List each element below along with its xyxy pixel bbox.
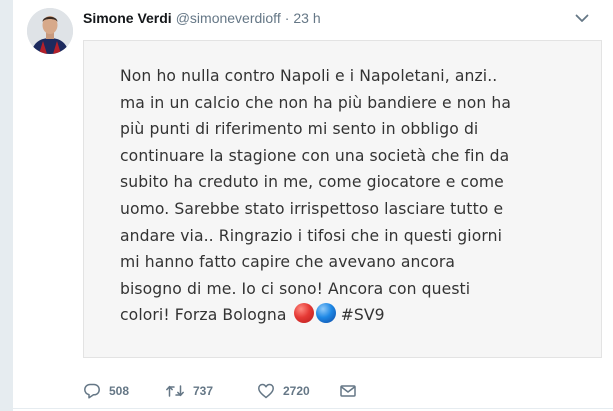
retweet-count: 737 [193, 384, 214, 398]
statement-image[interactable]: Non ho nulla contro Napoli e i Napoletan… [83, 40, 602, 358]
tweet-actions: 508 737 2720 [83, 380, 383, 402]
statement-line: più punti di riferimento mi sento in obb… [120, 120, 479, 139]
statement-line-last: colori! Forza Bologna #SV9 [120, 303, 385, 325]
like-count: 2720 [283, 384, 310, 398]
statement-hashtag: #SV9 [340, 306, 385, 325]
retweet-icon [166, 385, 184, 397]
statement-line-text: colori! Forza Bologna [120, 306, 287, 325]
author-name[interactable]: Simone Verdi [83, 10, 172, 26]
envelope-icon [340, 385, 356, 397]
statement-line: uomo. Sarebbe stato irrispettoso lasciar… [120, 199, 504, 218]
statement-line: andare via.. Ringrazio i tifosi che in q… [120, 226, 503, 245]
blue-circle-emoji-icon [315, 303, 336, 324]
chevron-down-icon [575, 14, 589, 22]
direct-message-button[interactable] [339, 380, 357, 402]
reply-icon [84, 383, 100, 399]
author-handle[interactable]: @simoneverdioff [176, 10, 281, 26]
tweet-options-button[interactable] [573, 9, 591, 27]
statement-line: Non ho nulla contro Napoli e i Napoletan… [120, 67, 498, 85]
reply-button[interactable]: 508 [83, 380, 129, 402]
red-circle-emoji-icon [293, 303, 314, 324]
divider [13, 408, 613, 409]
statement-line: bisogno di me. Io ci sono! Ancora con qu… [120, 279, 471, 298]
tweet-header: Simone Verdi @simoneverdioff · 23 h [83, 9, 321, 27]
statement-line: subito ha creduto in me, come giocatore … [120, 173, 504, 192]
tweet-card[interactable]: Simone Verdi @simoneverdioff · 23 h Non ho … [12, 0, 613, 411]
heart-icon [258, 383, 274, 399]
statement-line: ma in un calcio che non ha più bandiere … [120, 93, 512, 112]
like-button[interactable]: 2720 [257, 380, 310, 402]
tweet-timestamp[interactable]: 23 h [293, 10, 320, 26]
statement-line: mi hanno fatto capire che avevano ancora [120, 253, 456, 272]
statement-line: continuare la stagione con una società c… [120, 146, 510, 165]
separator-dot: · [284, 10, 290, 26]
avatar-photo [27, 8, 73, 54]
avatar[interactable] [27, 8, 73, 54]
retweet-button[interactable]: 737 [165, 380, 213, 402]
statement-text: Non ho nulla contro Napoli e i Napoletan… [120, 63, 590, 329]
reply-count: 508 [109, 384, 130, 398]
